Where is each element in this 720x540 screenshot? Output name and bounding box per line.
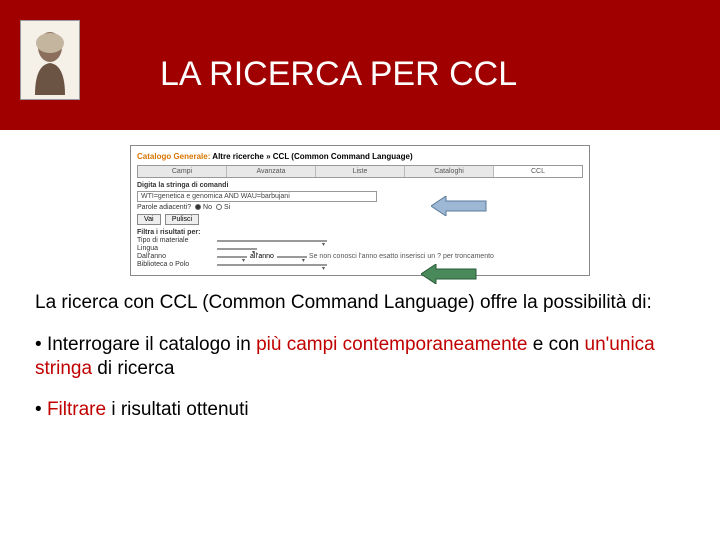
radio-si[interactable] <box>216 204 222 210</box>
breadcrumb: Catalogo Generale: Altre ricerche » CCL … <box>137 152 583 161</box>
adjacent-label: Parole adiacenti? <box>137 204 191 211</box>
year-from[interactable] <box>217 256 247 258</box>
intro-text: La ricerca con CCL (Common Command Langu… <box>35 291 685 315</box>
bullet-2: • Filtrare i risultati ottenuti <box>35 398 685 422</box>
radio-no[interactable] <box>195 204 201 210</box>
breadcrumb-orange: Catalogo Generale: <box>137 152 210 161</box>
material-select[interactable] <box>217 240 327 242</box>
button-row: Vai Pulisci <box>137 214 583 225</box>
year-to[interactable] <box>277 256 307 258</box>
filter-biblio: Biblioteca o Polo <box>137 261 583 268</box>
filter-year: Dall'anno all'anno Se non conosci l'anno… <box>137 253 583 260</box>
tab-campi[interactable]: Campi <box>138 166 227 177</box>
tab-ccl[interactable]: CCL <box>494 166 582 177</box>
tab-liste[interactable]: Liste <box>316 166 405 177</box>
arrow-icon-1 <box>431 196 491 216</box>
filter-material: Tipo di materiale <box>137 237 583 244</box>
filter-lang: Lingua <box>137 245 583 252</box>
lang-select[interactable] <box>217 248 257 250</box>
breadcrumb-rest: Altre ricerche » CCL (Common Command Lan… <box>210 152 412 161</box>
adjacent-row: Parole adiacenti? No Si <box>137 204 583 211</box>
bullet-1: • Interrogare il catalogo in più campi c… <box>35 333 685 381</box>
filter-heading: Filtra i risultati per: <box>137 229 583 236</box>
tab-avanzata[interactable]: Avanzata <box>227 166 316 177</box>
portrait-image <box>20 20 80 100</box>
slide-title: LA RICERCA PER CCL <box>160 55 517 94</box>
slide-body: La ricerca con CCL (Common Command Langu… <box>0 291 720 422</box>
command-label: Digita la stringa di comandi <box>137 182 583 189</box>
biblio-select[interactable] <box>217 264 327 266</box>
arrow-icon-2 <box>421 264 481 284</box>
search-tabs: Campi Avanzata Liste Cataloghi CCL <box>137 165 583 178</box>
command-input[interactable]: WTI=genetica e genomica AND WAU=barbujan… <box>137 191 377 202</box>
tab-cataloghi[interactable]: Cataloghi <box>405 166 494 177</box>
clear-button[interactable]: Pulisci <box>165 214 199 225</box>
slide-header: LA RICERCA PER CCL <box>0 0 720 130</box>
form-screenshot: Catalogo Generale: Altre ricerche » CCL … <box>130 145 590 276</box>
go-button[interactable]: Vai <box>137 214 161 225</box>
